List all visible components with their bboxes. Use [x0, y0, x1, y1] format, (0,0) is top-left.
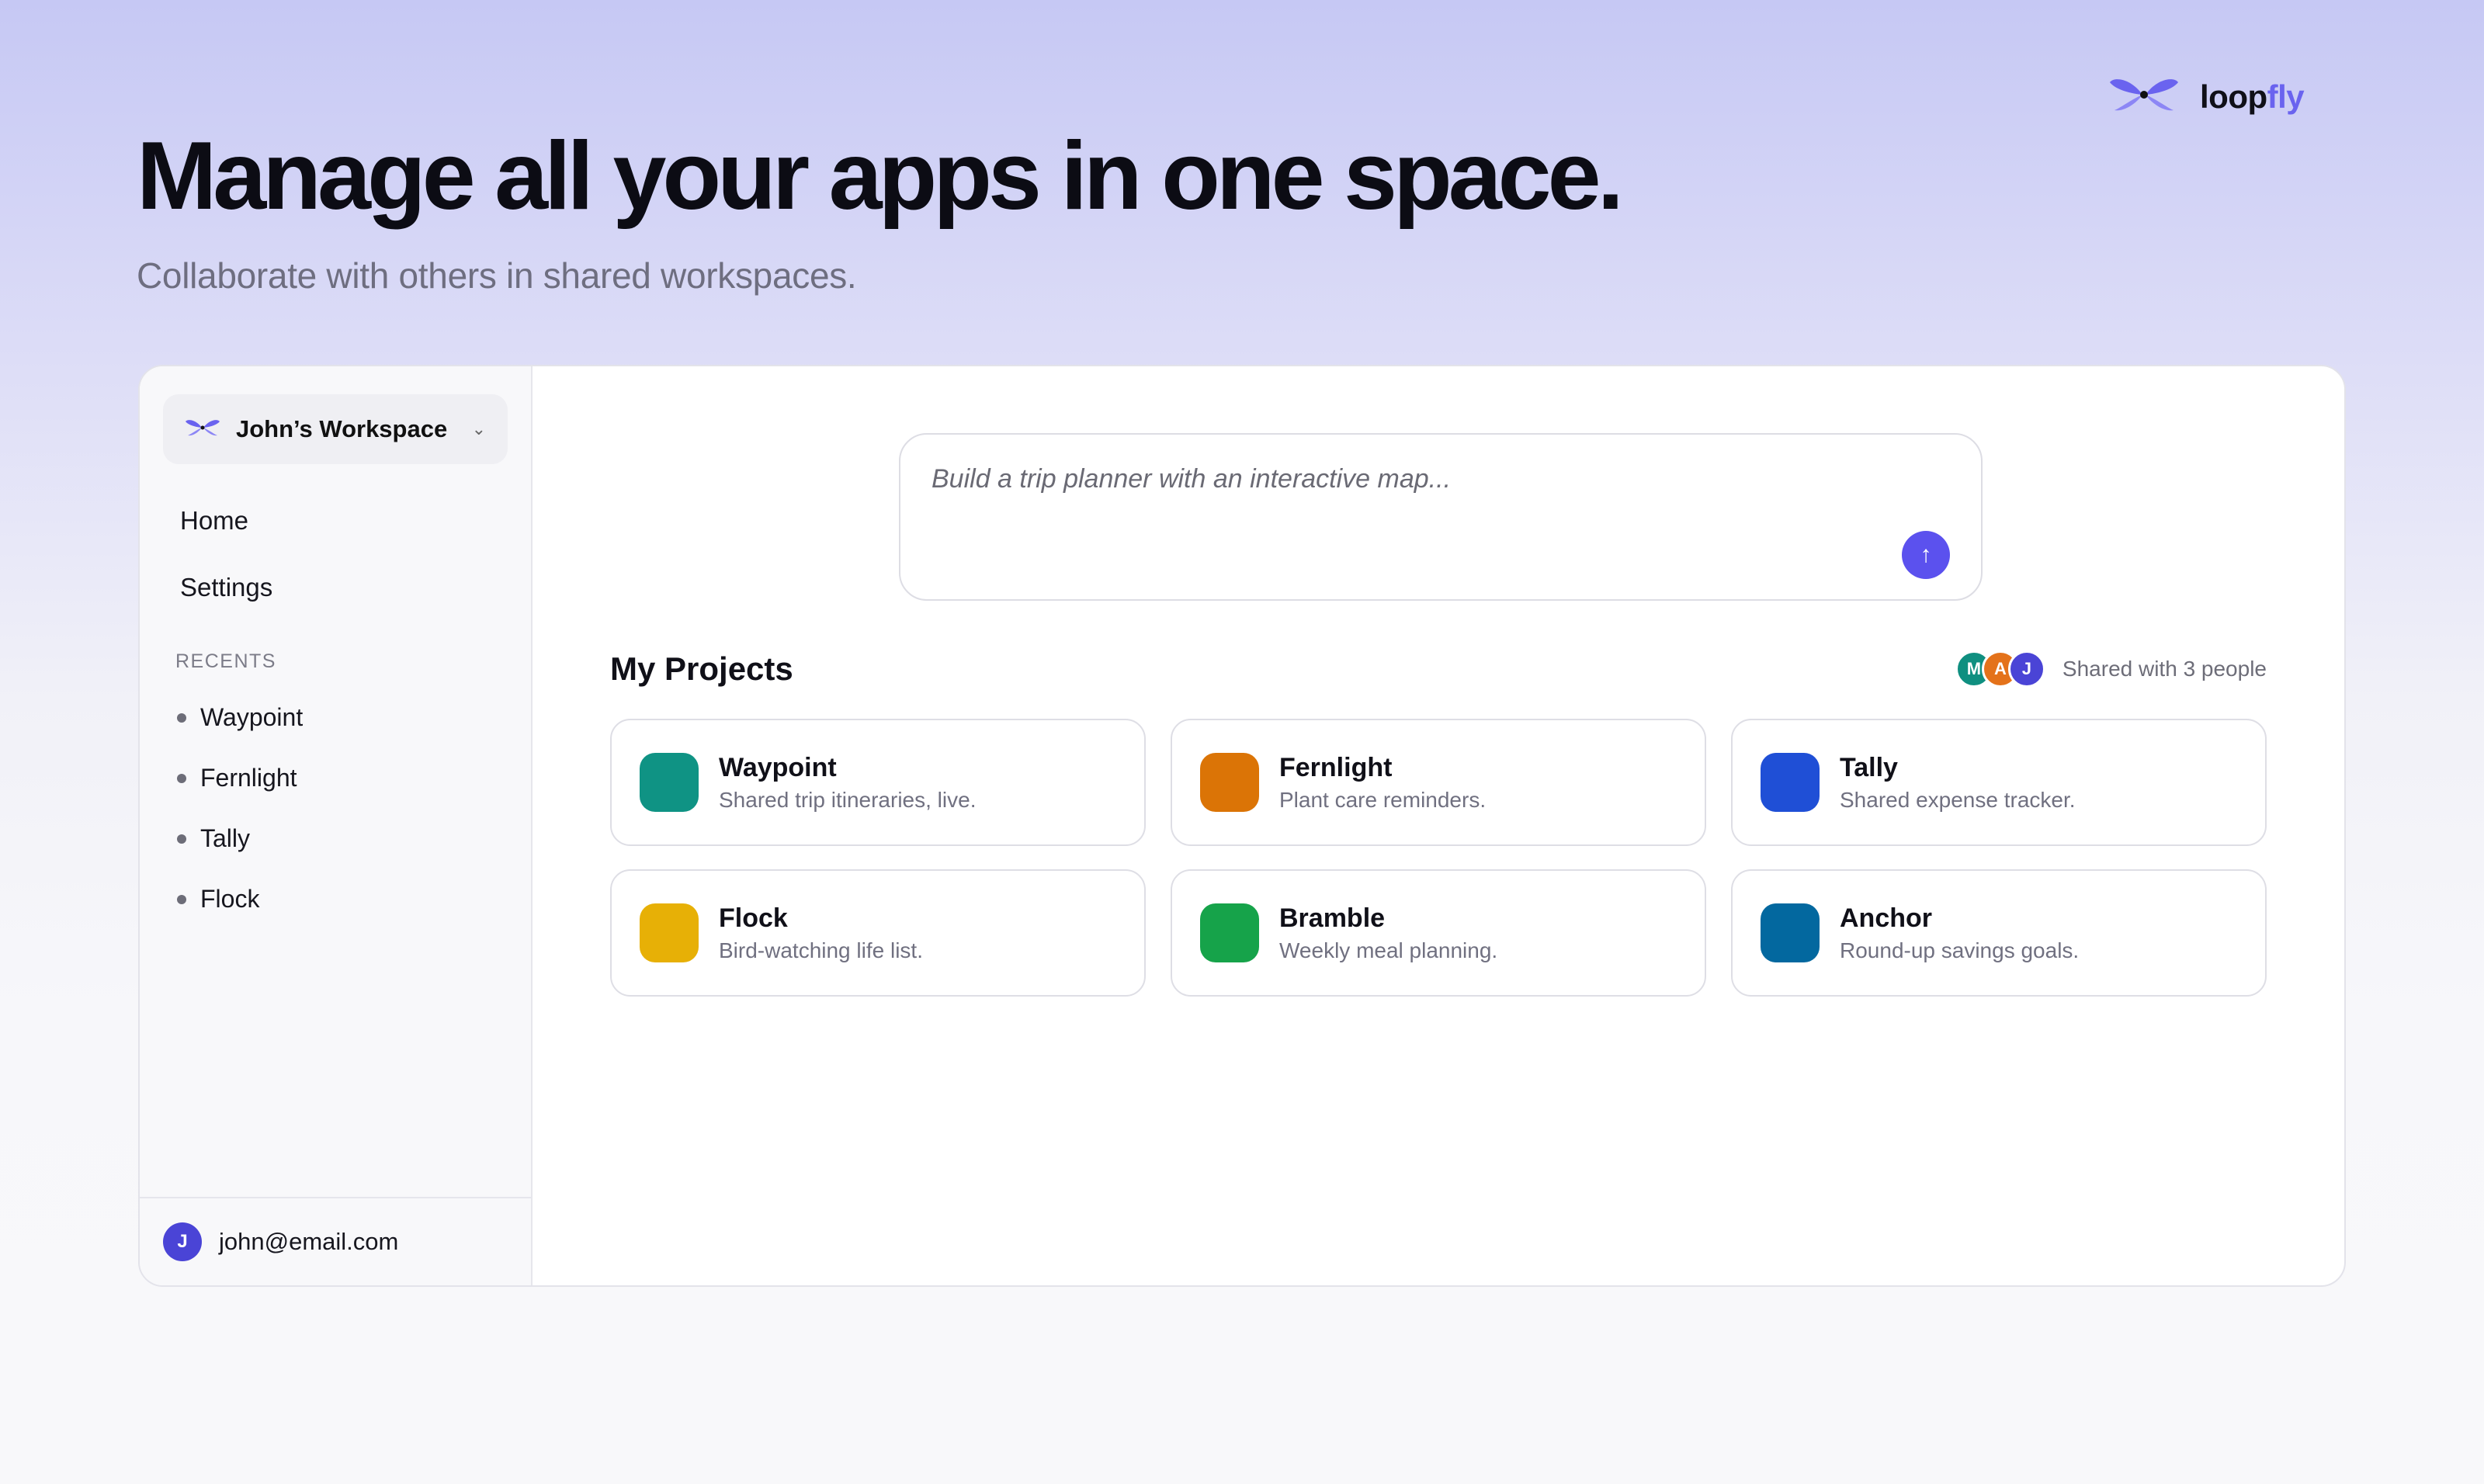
nav-item-settings[interactable]: Settings: [180, 573, 272, 602]
bullet-dot: [177, 773, 186, 783]
project-name: Anchor: [1840, 903, 1932, 933]
recent-item-flock[interactable]: Flock: [177, 885, 259, 914]
project-name: Tally: [1840, 752, 1898, 782]
project-description: Round-up savings goals.: [1840, 938, 2080, 962]
recent-item-waypoint[interactable]: Waypoint: [177, 703, 303, 732]
bullet-dot: [177, 834, 186, 844]
app-icon: [640, 753, 699, 812]
app-icon: [1761, 753, 1820, 812]
user-avatar: J: [163, 1222, 202, 1261]
project-card-anchor[interactable]: Anchor Round-up savings goals.: [1731, 869, 2267, 997]
project-card-waypoint[interactable]: Waypoint Shared trip itineraries, live.: [610, 719, 1146, 846]
project-name: Fernlight: [1279, 752, 1393, 782]
workspace-name: John’s Workspace: [236, 415, 448, 442]
recent-item-label: Fernlight: [200, 764, 297, 792]
arrow-up-icon: ↑: [1920, 542, 1932, 567]
user-email: john@email.com: [219, 1228, 399, 1255]
shared-text: Shared with 3 people: [2062, 657, 2267, 681]
recent-item-label: Tally: [200, 824, 251, 852]
project-card-tally[interactable]: Tally Shared expense tracker.: [1731, 719, 2267, 846]
recents-label: RECENTS: [175, 650, 276, 672]
prompt-box: ↑: [899, 433, 1983, 601]
project-name: Waypoint: [719, 752, 837, 782]
project-card-fernlight[interactable]: Fernlight Plant care reminders.: [1171, 719, 1706, 846]
send-button[interactable]: ↑: [1902, 531, 1950, 579]
project-card-flock[interactable]: Flock Bird-watching life list.: [610, 869, 1146, 997]
bullet-dot: [177, 894, 186, 904]
project-name: Bramble: [1279, 903, 1386, 933]
app-icon: [1200, 753, 1259, 812]
chevron-down-icon: ⌄: [471, 419, 486, 439]
brand-name: loopfly: [2200, 78, 2305, 116]
sidebar: John’s Workspace ⌄ Home Settings RECENTS…: [140, 366, 533, 1285]
project-description: Shared trip itineraries, live.: [719, 787, 977, 812]
app-icon: [640, 903, 699, 962]
prompt-input[interactable]: [932, 464, 1863, 494]
hero-subtitle: Collaborate with others in shared worksp…: [137, 255, 857, 296]
bullet-dot: [177, 713, 186, 723]
project-description: Shared expense tracker.: [1840, 787, 2076, 812]
brand-name-part2: fly: [2267, 78, 2305, 115]
project-name: Flock: [719, 903, 788, 933]
butterfly-logo-icon: [185, 417, 220, 442]
project-grid: Waypoint Shared trip itineraries, live. …: [610, 719, 2267, 997]
recent-item-fernlight[interactable]: Fernlight: [177, 764, 297, 792]
butterfly-logo-icon: [2108, 75, 2180, 119]
app-icon: [1200, 903, 1259, 962]
app-window: John’s Workspace ⌄ Home Settings RECENTS…: [138, 365, 2346, 1287]
project-card-bramble[interactable]: Bramble Weekly meal planning.: [1171, 869, 1706, 997]
shared-indicator[interactable]: M A J Shared with 3 people: [1955, 650, 2267, 688]
avatar: J: [2007, 650, 2045, 688]
section-title: My Projects: [610, 650, 793, 687]
recent-item-tally[interactable]: Tally: [177, 824, 250, 853]
account-menu[interactable]: J john@email.com: [140, 1197, 531, 1285]
workspace-switcher[interactable]: John’s Workspace ⌄: [163, 394, 508, 464]
collaborator-avatars: M A J: [1955, 650, 2045, 688]
hero-title: Manage all your apps in one space.: [137, 123, 1624, 230]
brand-name-part1: loop: [2200, 78, 2267, 115]
recent-item-label: Waypoint: [200, 703, 304, 731]
recent-item-label: Flock: [200, 885, 260, 913]
brand-logo[interactable]: loopfly: [2108, 75, 2305, 119]
project-description: Plant care reminders.: [1279, 787, 1487, 812]
project-description: Weekly meal planning.: [1279, 938, 1498, 962]
project-description: Bird-watching life list.: [719, 938, 923, 962]
main-content: ↑ My Projects M A J Shared with 3 people…: [533, 366, 2344, 1285]
app-icon: [1761, 903, 1820, 962]
nav-item-home[interactable]: Home: [180, 506, 248, 536]
